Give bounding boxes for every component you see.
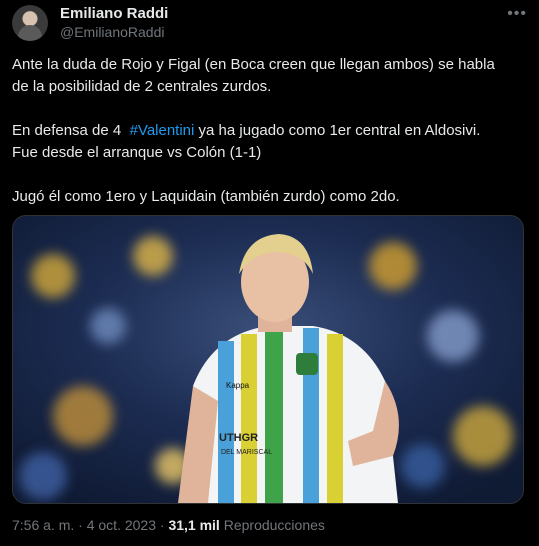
tweet-line: de la posibilidad de 2 centrales zurdos. (12, 78, 272, 95)
tweet-meta: 7:56 a. m. · 4 oct. 2023 · 31,1 mil Repr… (12, 517, 325, 533)
tweet-line: Ante la duda de Rojo y Figal (en Boca cr… (12, 56, 495, 73)
tweet-line: En defensa de 4 (12, 122, 130, 139)
author-avatar[interactable] (12, 5, 48, 41)
author-name[interactable]: Emiliano Raddi (60, 5, 168, 22)
tweet-time[interactable]: 7:56 a. m. (12, 517, 74, 533)
player-photo: Kappa UTHGR DEL MARISCAL (13, 216, 523, 503)
meta-separator: · (159, 517, 165, 533)
tweet-photo[interactable]: Kappa UTHGR DEL MARISCAL (12, 215, 524, 504)
more-horizontal-icon[interactable]: ••• (507, 5, 527, 23)
jersey-sponsor-line2: DEL MARISCAL (221, 449, 272, 456)
author-handle[interactable]: @EmilianoRaddi (60, 24, 164, 40)
jersey-sponsor: UTHGR (219, 432, 258, 444)
tweet-header: Emiliano Raddi @EmilianoRaddi ••• (12, 5, 527, 43)
tweet-date[interactable]: 4 oct. 2023 (87, 517, 156, 533)
hashtag-link[interactable]: #Valentini (130, 122, 195, 139)
tweet-text: Ante la duda de Rojo y Figal (en Boca cr… (12, 54, 527, 208)
meta-separator: · (78, 517, 83, 533)
tweet-line: ya ha jugado como 1er central en Aldosiv… (194, 122, 481, 139)
tweet-line: Jugó él como 1ero y Laquidain (también z… (12, 188, 400, 205)
jersey-brand: Kappa (226, 381, 250, 390)
tweet-line: Fue desde el arranque vs Colón (1-1) (12, 144, 262, 161)
views-label: Reproducciones (223, 517, 325, 533)
views-count: 31,1 mil (168, 517, 220, 533)
